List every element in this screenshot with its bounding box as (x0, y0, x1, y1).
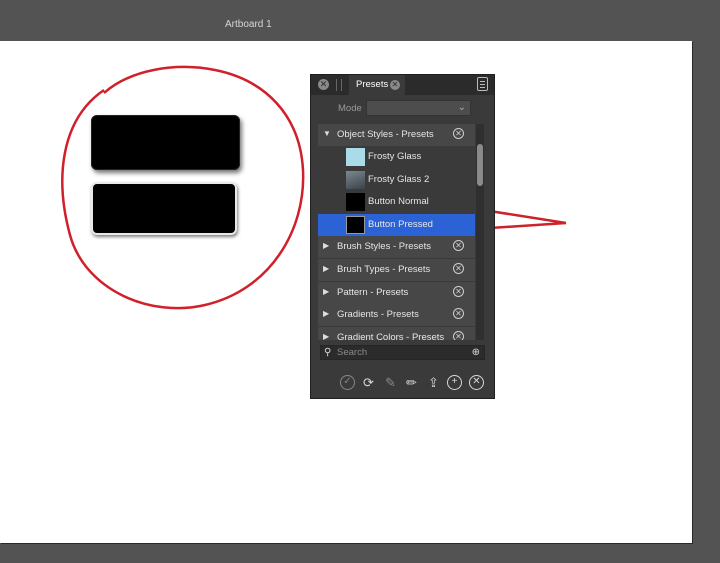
group-label: Brush Styles - Presets (337, 241, 431, 252)
expand-right-icon[interactable]: ▶ (323, 264, 329, 273)
tab-close-icon[interactable]: ✕ (390, 80, 400, 90)
preset-label: Button Normal (368, 196, 429, 207)
remove-group-icon[interactable]: ✕ (453, 263, 464, 274)
group-gradients[interactable]: ▶ Gradients - Presets ✕ (318, 304, 475, 326)
group-label: Pattern - Presets (337, 287, 409, 298)
close-icon[interactable]: ✕ (318, 79, 329, 90)
remove-group-icon[interactable]: ✕ (453, 286, 464, 297)
scrollbar-thumb[interactable] (477, 144, 483, 186)
preset-thumbnail (346, 193, 365, 211)
checkmark-icon[interactable]: ✓ (340, 375, 355, 390)
group-object-styles[interactable]: ▼ Object Styles - Presets ✕ (318, 124, 475, 146)
mode-label: Mode (338, 103, 362, 114)
preset-thumbnail (346, 216, 365, 234)
search-field[interactable]: ⚲ Search ⊕ (320, 345, 485, 360)
group-pattern[interactable]: ▶ Pattern - Presets ✕ (318, 282, 475, 304)
list-scrollbar[interactable] (476, 124, 484, 340)
expand-right-icon[interactable]: ▶ (323, 241, 329, 250)
preset-thumbnail (346, 171, 365, 189)
export-icon[interactable]: ⇪ (426, 375, 441, 390)
expand-down-icon[interactable]: ▼ (323, 129, 331, 138)
tab-label: Presets (356, 79, 389, 90)
add-icon[interactable]: + (447, 375, 462, 390)
group-label: Object Styles - Presets (337, 129, 434, 140)
remove-group-icon[interactable]: ✕ (453, 331, 464, 340)
preset-item-frosty-glass[interactable]: Frosty Glass (318, 146, 475, 168)
expand-right-icon[interactable]: ▶ (323, 287, 329, 296)
pen-icon[interactable]: ✏ (404, 375, 419, 390)
group-brush-styles[interactable]: ▶ Brush Styles - Presets ✕ (318, 236, 475, 258)
zoom-icon[interactable]: ⊕ (472, 347, 480, 358)
button-normal-shape[interactable] (91, 115, 240, 170)
remove-group-icon[interactable]: ✕ (453, 128, 464, 139)
preset-item-frosty-glass-2[interactable]: Frosty Glass 2 (318, 169, 475, 191)
group-label: Gradients - Presets (337, 309, 419, 320)
preset-label: Frosty Glass (368, 151, 422, 162)
expand-right-icon[interactable]: ▶ (323, 332, 329, 340)
presets-panel: ✕ Presets ✕ Mode ⌄ ▼ Object Styles - Pre… (310, 74, 495, 399)
preset-thumbnail (346, 148, 365, 166)
remove-group-icon[interactable]: ✕ (453, 308, 464, 319)
panel-toolbar: ✓ ⟳ ✎ ✏ ⇪ + ✕ (311, 370, 494, 394)
button-pressed-shape[interactable] (91, 182, 237, 235)
tab-presets[interactable]: Presets ✕ (349, 75, 405, 95)
presets-list: ▼ Object Styles - Presets ✕ Frosty Glass… (318, 124, 475, 340)
chevron-down-icon: ⌄ (457, 102, 466, 113)
group-label: Gradient Colors - Presets (337, 332, 445, 340)
delete-icon[interactable]: ✕ (469, 375, 484, 390)
search-icon: ⚲ (324, 347, 332, 358)
mode-select[interactable]: ⌄ (366, 100, 471, 116)
preset-label: Frosty Glass 2 (368, 174, 430, 185)
group-gradient-colors[interactable]: ▶ Gradient Colors - Presets ✕ (318, 327, 475, 340)
remove-group-icon[interactable]: ✕ (453, 240, 464, 251)
refresh-icon[interactable]: ⟳ (361, 375, 376, 390)
search-input[interactable]: Search (337, 347, 367, 358)
group-label: Brush Types - Presets (337, 264, 431, 275)
artboard-title: Artboard 1 (225, 19, 272, 30)
preset-item-button-normal[interactable]: Button Normal (318, 191, 475, 213)
drag-grip-icon[interactable] (336, 79, 342, 91)
panel-menu-icon[interactable] (477, 77, 488, 91)
edit-icon[interactable]: ✎ (383, 375, 398, 390)
preset-item-button-pressed[interactable]: Button Pressed (318, 214, 475, 236)
panel-tabbar: ✕ Presets ✕ (311, 75, 494, 95)
expand-right-icon[interactable]: ▶ (323, 309, 329, 318)
preset-label: Button Pressed (368, 219, 433, 230)
group-brush-types[interactable]: ▶ Brush Types - Presets ✕ (318, 259, 475, 281)
